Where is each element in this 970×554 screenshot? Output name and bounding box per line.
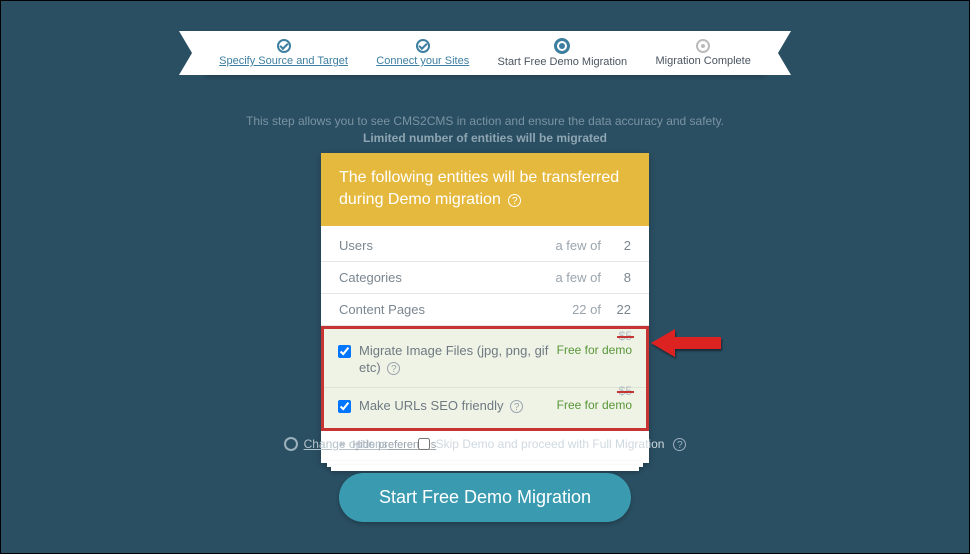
start-demo-migration-button[interactable]: Start Free Demo Migration [339,473,631,522]
skip-demo-checkbox[interactable] [418,438,430,450]
progress-steps: Specify Source and Target Connect your S… [205,31,765,75]
step-label: Migration Complete [655,55,750,67]
options-highlight-box: $5 Migrate Image Files (jpg, png, gif et… [321,326,649,432]
old-price: $5 [619,329,632,343]
entity-qualifier: 22 of [531,302,601,317]
entities-card: The following entities will be transferr… [321,153,649,463]
step-label: Start Free Demo Migration [498,56,628,68]
entity-qualifier: a few of [531,238,601,253]
option-price: Free for demo [557,398,632,412]
help-icon[interactable]: ? [508,194,521,207]
step-specify-source[interactable]: Specify Source and Target [219,39,348,67]
help-icon[interactable]: ? [387,362,400,375]
entity-count: 8 [601,270,631,285]
step-label[interactable]: Specify Source and Target [219,55,348,67]
entity-row-users: Users a few of 2 [321,230,649,262]
step-current-icon [554,38,570,54]
entity-label: Users [339,238,531,253]
step-check-icon [277,39,291,53]
intro-line1: This step allows you to see CMS2CMS in a… [1,113,969,130]
annotation-arrow-icon [651,323,731,363]
option-checkbox[interactable] [338,345,351,358]
help-icon[interactable]: ? [510,400,523,413]
bottom-controls: Change options Skip Demo and proceed wit… [1,437,969,451]
old-price: $5 [619,384,632,398]
entity-qualifier: a few of [531,270,601,285]
step-pending-icon [696,39,710,53]
option-seo-urls[interactable]: $5 Make URLs SEO friendly ? Free for dem… [324,387,646,425]
option-label: Make URLs SEO friendly ? [359,398,549,415]
card-title: The following entities will be transferr… [339,169,619,208]
entity-row-categories: Categories a few of 8 [321,262,649,294]
entity-label: Categories [339,270,531,285]
entity-label: Content Pages [339,302,531,317]
option-price: Free for demo [557,343,632,357]
intro-text: This step allows you to see CMS2CMS in a… [1,113,969,147]
gear-icon [284,437,298,451]
step-connect-sites[interactable]: Connect your Sites [376,39,469,67]
change-options-link[interactable]: Change options [284,437,388,451]
progress-ribbon: Specify Source and Target Connect your S… [1,31,969,75]
option-migrate-images[interactable]: $5 Migrate Image Files (jpg, png, gif et… [324,333,646,387]
intro-line2: Limited number of entities will be migra… [363,131,607,145]
skip-demo-option[interactable]: Skip Demo and proceed with Full Migratio… [418,437,687,451]
skip-demo-label: Skip Demo and proceed with Full Migratio… [436,437,665,451]
help-icon[interactable]: ? [673,438,686,451]
card-header: The following entities will be transferr… [321,153,649,226]
option-checkbox[interactable] [338,400,351,413]
entity-row-content-pages: Content Pages 22 of 22 [321,294,649,326]
entity-count: 22 [601,302,631,317]
step-label[interactable]: Connect your Sites [376,55,469,67]
option-label: Migrate Image Files (jpg, png, gif etc) … [359,343,549,377]
card-body: Users a few of 2 Categories a few of 8 C… [321,226,649,464]
entity-count: 2 [601,238,631,253]
step-check-icon [416,39,430,53]
step-migration-complete: Migration Complete [655,39,750,67]
step-demo-migration: Start Free Demo Migration [498,38,628,68]
